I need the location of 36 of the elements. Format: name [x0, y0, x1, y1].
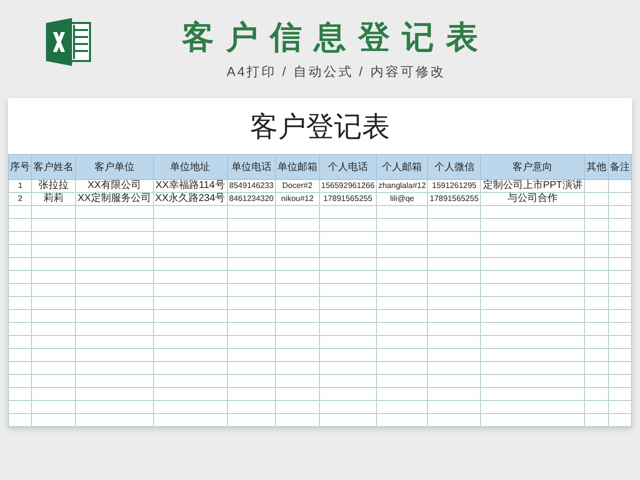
column-header: 单位地址 [153, 154, 228, 180]
sheet-title: 客户登记表 [249, 110, 391, 144]
table-cell: zhanglala#12 [378, 181, 426, 190]
table-cell: XX定制服务公司 [78, 193, 151, 204]
table-cell: 17891565255 [430, 194, 479, 203]
table-cell: XX永久路234号 [155, 193, 226, 204]
column-header: 序号 [8, 154, 32, 180]
column-header: 客户意向 [480, 154, 585, 180]
table-cell: 1591261295 [432, 181, 476, 190]
table-cell: nikou#12 [281, 194, 314, 203]
table-cell: 1 [18, 181, 22, 190]
column-header: 个人电话 [319, 154, 376, 180]
table-cell: 定制公司上市PPT演讲 [482, 180, 582, 191]
table-cell: 2 [18, 194, 22, 203]
column-header: 个人邮箱 [376, 154, 428, 180]
spreadsheet-logo-icon [46, 17, 92, 67]
column-header: 个人微信 [428, 154, 481, 180]
table-cell: Docer#2 [282, 181, 312, 190]
table-cell: 8549146233 [229, 181, 274, 190]
table-cell: 17891565255 [323, 194, 372, 203]
column-header: 单位电话 [227, 154, 276, 180]
table-cell: 与公司合作 [508, 193, 558, 204]
column-header: 客户姓名 [32, 154, 76, 180]
column-header: 其他 [584, 154, 608, 180]
table-cell: lili@qe [390, 194, 414, 203]
table-cell: 莉莉 [44, 193, 64, 204]
table-cell: 156592961266 [321, 181, 375, 190]
table-cell: 8461234320 [229, 194, 274, 203]
column-header: 单位邮箱 [276, 154, 320, 180]
column-header: 备注 [608, 154, 632, 180]
table-cell: XX幸福路114号 [156, 180, 225, 191]
table-cell: 张拉拉 [38, 180, 69, 191]
banner-title: 客户信息登记表 [182, 18, 490, 57]
table-cell: XX有限公司 [88, 180, 141, 191]
column-header: 客户单位 [76, 154, 154, 180]
banner-subtitle: A4打印 / 自动公式 / 内容可修改 [226, 63, 446, 81]
